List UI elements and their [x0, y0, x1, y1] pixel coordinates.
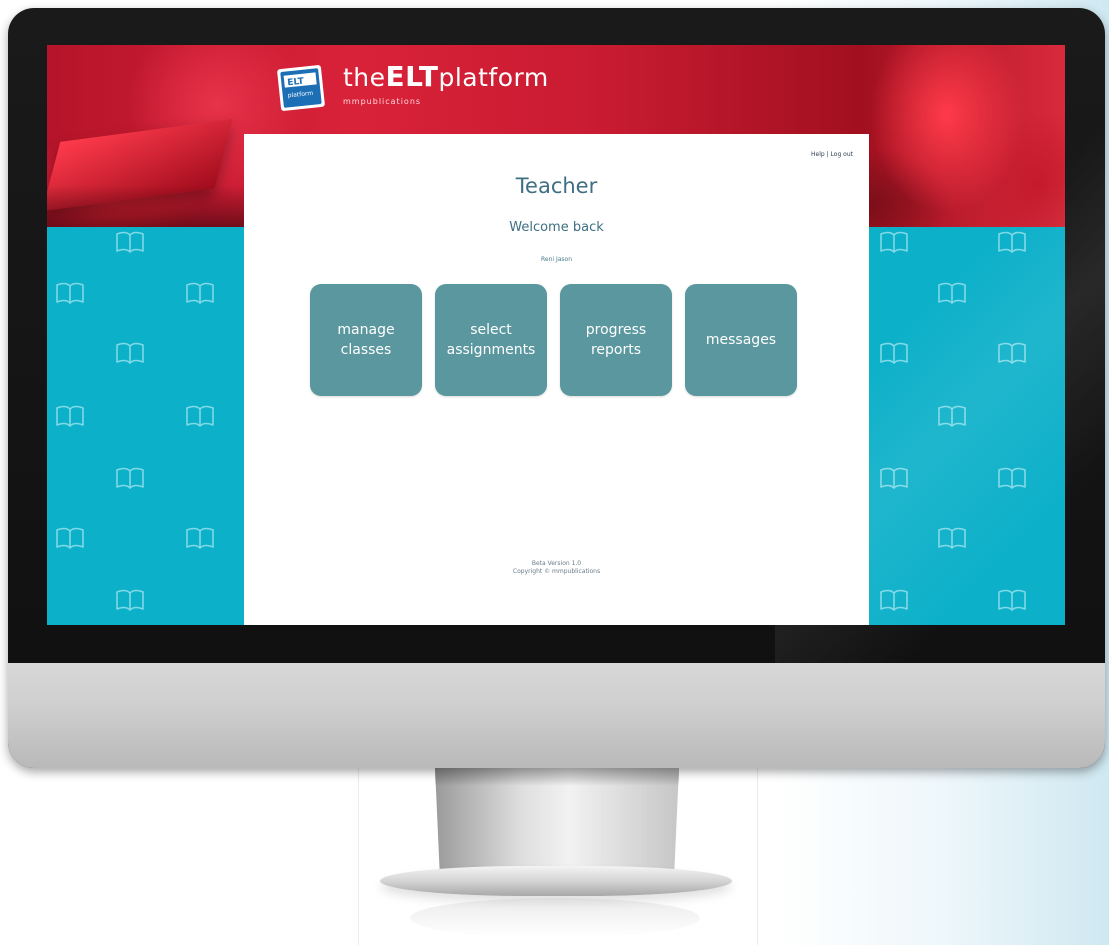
open-book-icon: [997, 589, 1027, 611]
monitor-stand-base: [380, 866, 732, 896]
svg-text:ELT: ELT: [287, 77, 305, 89]
user-name: Reni Jason: [540, 256, 572, 263]
open-book-icon: [879, 231, 909, 253]
open-book-icon: [937, 527, 967, 549]
select-assignments-button[interactable]: select assignments: [435, 284, 547, 396]
left-book-pattern: [47, 227, 244, 625]
messages-button[interactable]: messages: [685, 284, 797, 396]
open-book-icon: [185, 405, 215, 427]
monitor: ELT platform theELTplatform mmpublicatio…: [8, 8, 1105, 768]
open-book-icon: [997, 467, 1027, 489]
open-book-icon: [879, 342, 909, 364]
open-book-icon: [55, 282, 85, 304]
open-book-icon: [879, 467, 909, 489]
welcome-message: Welcome back: [509, 220, 604, 235]
brand-name: theELTplatform: [343, 60, 549, 93]
progress-reports-button[interactable]: progress reports: [560, 284, 672, 396]
open-book-icon: [55, 405, 85, 427]
open-book-icon: [997, 342, 1027, 364]
open-book-icon: [937, 282, 967, 304]
open-book-icon: [115, 342, 145, 364]
header-links: Help | Log out: [811, 151, 853, 158]
right-book-pattern: [869, 227, 1065, 625]
page-footer: Beta Version 1.0 Copyright © mmpublicati…: [244, 560, 869, 576]
open-book-icon: [115, 231, 145, 253]
version-text: Beta Version 1.0: [531, 560, 582, 567]
open-book-icon: [185, 282, 215, 304]
open-book-icon: [55, 527, 85, 549]
open-book-icon: [185, 527, 215, 549]
elt-logo[interactable]: ELT platform: [273, 62, 329, 114]
link-separator: |: [826, 151, 829, 158]
logout-link[interactable]: Log out: [831, 151, 853, 158]
copyright-text: Copyright © mmpublications: [512, 568, 601, 575]
content-panel: Help | Log out Teacher Welcome back Reni…: [244, 134, 869, 625]
help-link[interactable]: Help: [811, 151, 825, 158]
publisher-name: mmpublications: [343, 97, 422, 106]
monitor-chin: [8, 663, 1105, 768]
open-book-icon: [115, 589, 145, 611]
dashboard-tiles: manage classes select assignments progre…: [310, 284, 800, 396]
open-book-icon: [937, 405, 967, 427]
page-title: Teacher: [515, 174, 598, 198]
open-book-icon: [879, 589, 909, 611]
manage-classes-button[interactable]: manage classes: [310, 284, 422, 396]
open-book-icon: [115, 467, 145, 489]
open-book-icon: [997, 231, 1027, 253]
screen: ELT platform theELTplatform mmpublicatio…: [47, 45, 1065, 625]
